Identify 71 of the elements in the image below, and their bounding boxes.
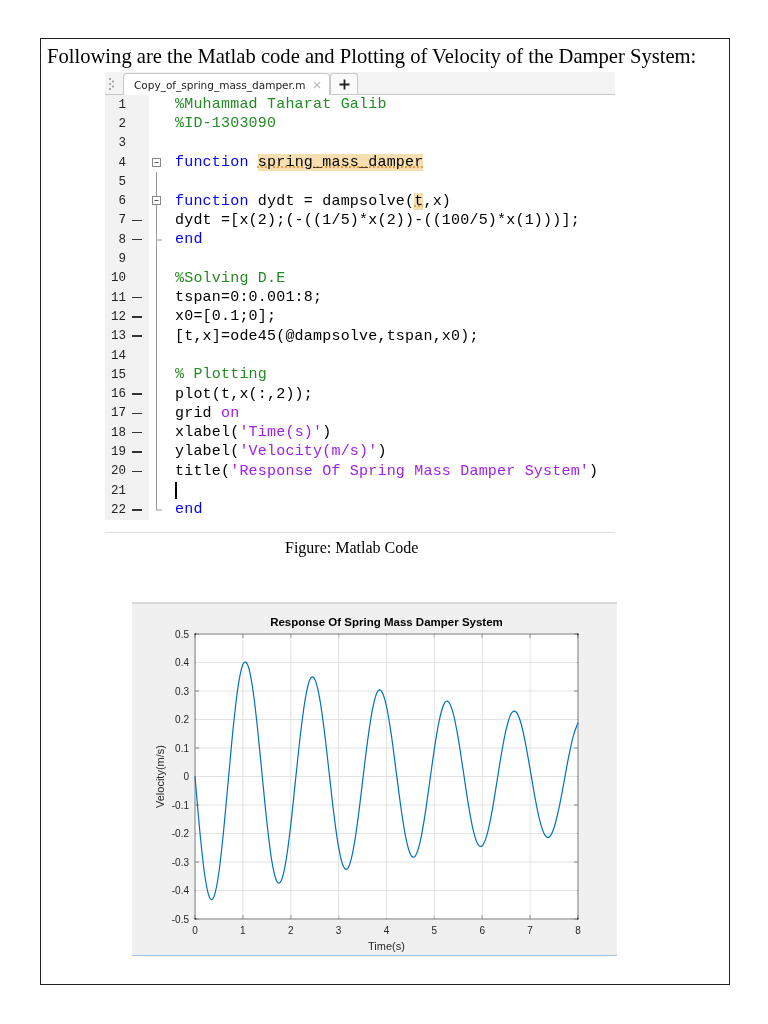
collapse-icon[interactable] (152, 196, 161, 206)
code-line: % Plotting (175, 366, 267, 384)
line-number: 3 (117, 136, 126, 151)
line-number: 11 (110, 290, 126, 305)
line-number: 19 (110, 445, 126, 459)
chart-title: Response Of Spring Mass Damper System (270, 615, 503, 628)
heading: Following are the Matlab code and Plotting of Velocity of the Damper System: (47, 45, 698, 68)
tick-label: 2 (287, 924, 294, 936)
code-line: xlabel('Time(s)') (175, 424, 332, 442)
editor-tab[interactable]: Copy_of_spring_mass_damper.m (123, 73, 331, 95)
line-number: 8 (117, 232, 126, 247)
code-line: grid on (175, 404, 240, 422)
code-line: ylabel('Velocity(m/s)') (175, 443, 387, 461)
line-number: 13 (110, 329, 126, 344)
code-line: x0=[0.1;0]; (175, 308, 277, 326)
tick-label: 0 (183, 770, 189, 782)
code-line: function dydt = dampsolve(t,x) (175, 192, 452, 210)
tick-label: -0.4 (171, 884, 189, 896)
line-number: 18 (110, 425, 126, 440)
code-line: %ID-1303090 (175, 115, 277, 133)
line-number: 4 (117, 155, 126, 170)
line-number: 6 (117, 194, 126, 209)
tick-label: 3 (335, 924, 342, 936)
line-number: 22 (110, 502, 126, 517)
tick-label: 0.1 (175, 742, 189, 754)
line-number: 21 (110, 483, 126, 498)
grip-icon[interactable] (109, 77, 115, 91)
code-line: title('Response Of Spring Mass Damper System') (175, 462, 599, 480)
tab-label: Copy_of_spring_mass_damper.m (134, 78, 306, 91)
tick-label: 0.5 (175, 628, 189, 640)
tick-label: 0.2 (175, 713, 189, 725)
tick-label: 7 (527, 924, 533, 936)
line-number: 2 (117, 116, 126, 131)
line-number: 5 (117, 174, 126, 189)
line-number: 1 (117, 97, 126, 112)
line-number: 10 (110, 271, 126, 286)
collapse-icon[interactable] (152, 157, 161, 167)
tick-label: -0.5 (171, 913, 189, 925)
line-number: 20 (110, 464, 126, 479)
code-line: function spring_mass_damper (175, 154, 424, 172)
code-line: %Muhammad Taharat Galib (175, 96, 387, 114)
tick-label: 5 (431, 924, 438, 936)
code-line: plot(t,x(:,2)); (175, 385, 314, 403)
tick-label: 6 (479, 924, 486, 936)
line-number: 16 (110, 387, 126, 402)
plus-icon (338, 78, 350, 90)
tick-label: 8 (575, 924, 581, 936)
line-number: 17 (110, 406, 126, 421)
tick-label: -0.3 (171, 856, 189, 868)
line-number: 14 (110, 348, 126, 363)
new-tab-button[interactable] (330, 73, 359, 94)
tick-label: -0.2 (171, 827, 189, 839)
line-number: 12 (110, 309, 126, 324)
line-number: 15 (110, 367, 126, 382)
tick-label: 4 (383, 924, 390, 936)
line-number: 7 (117, 213, 126, 228)
tick-label: 0 (192, 924, 198, 936)
figure-caption: Figure: Matlab Code (285, 538, 420, 557)
code-line: tspan=0:0.001:8; (175, 289, 323, 307)
tick-label: 0.3 (175, 685, 189, 697)
axis-label: Time(s) (368, 939, 405, 952)
line-number: 9 (117, 252, 126, 266)
code-line: dydt =[x(2);(-((1/5)*x(2))-((100/5)*x(1)))]; (175, 211, 580, 229)
tick-label: 1 (240, 924, 246, 936)
axis-label: Velocity(m/s) (154, 744, 166, 808)
code-line: %Solving D.E (175, 269, 286, 287)
code-line: [t,x]=ode45(@dampsolve,tspan,x0); (175, 327, 479, 345)
code-line: end (175, 501, 203, 519)
code-line: end (175, 231, 203, 249)
tick-label: -0.1 (171, 799, 189, 811)
tick-label: 0.4 (175, 656, 189, 668)
